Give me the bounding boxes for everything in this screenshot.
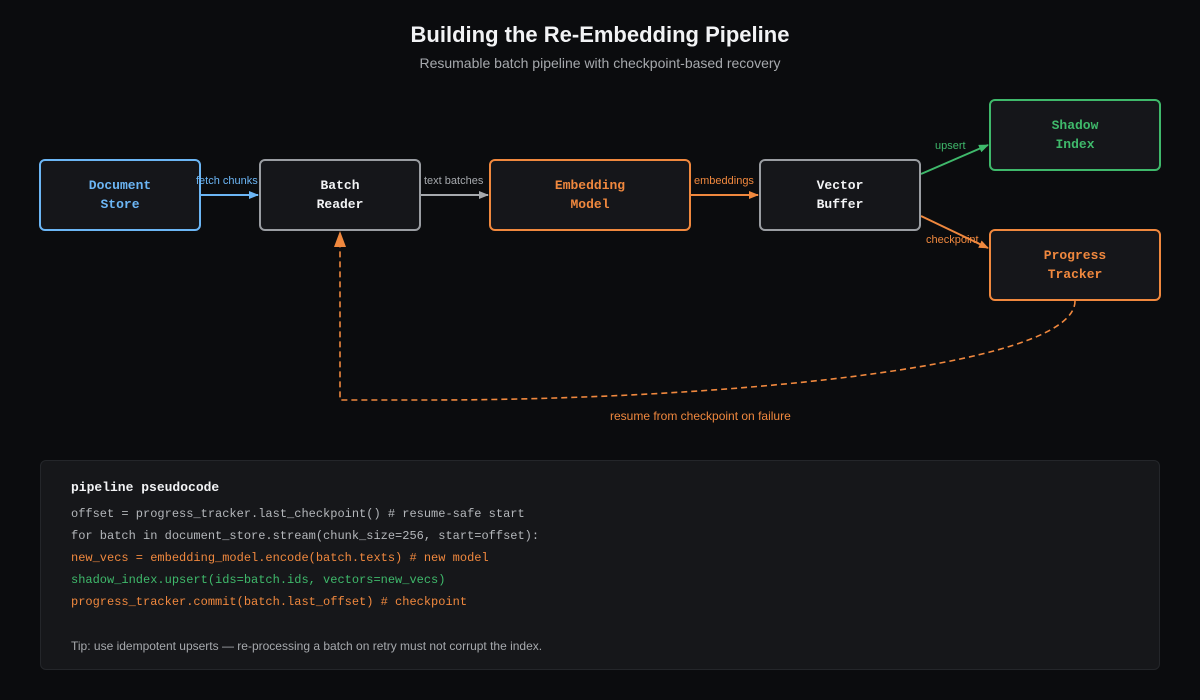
edge-label-resume: resume from checkpoint on failure bbox=[610, 409, 791, 423]
edge-resume bbox=[339, 234, 1076, 401]
node-vector-buffer: Vector Buffer bbox=[759, 159, 921, 231]
resume-arrowhead bbox=[334, 231, 346, 247]
edge-label-embeddings: embeddings bbox=[694, 175, 754, 187]
node-document-store: Document Store bbox=[39, 159, 201, 231]
node-embedding-model: Embedding Model bbox=[489, 159, 691, 231]
node-shadow-index-label: Shadow Index bbox=[1051, 118, 1099, 152]
tip-text: Tip: use idempotent upserts — re-process… bbox=[71, 639, 543, 653]
node-document-store-label: Document Store bbox=[88, 178, 152, 212]
node-shadow-index: Shadow Index bbox=[989, 99, 1161, 171]
node-embedding-model-label: Embedding Model bbox=[554, 178, 626, 212]
node-batch-reader-label: Batch Reader bbox=[316, 178, 364, 212]
pseudocode-title: pipeline pseudocode bbox=[71, 480, 220, 495]
edge-label-fetch-chunks: fetch chunks bbox=[196, 175, 258, 187]
edge-label-upsert: upsert bbox=[935, 140, 966, 152]
code-line: new_vecs = embedding_model.encode(batch.… bbox=[71, 551, 489, 565]
node-vector-buffer-label: Vector Buffer bbox=[816, 178, 864, 212]
code-line: shadow_index.upsert(ids=batch.ids, vecto… bbox=[71, 573, 446, 587]
code-line: offset = progress_tracker.last_checkpoin… bbox=[71, 507, 525, 521]
node-progress-tracker: Progress Tracker bbox=[989, 229, 1161, 301]
node-progress-tracker-label: Progress Tracker bbox=[1043, 248, 1107, 282]
code-line: for batch in document_store.stream(chunk… bbox=[71, 529, 540, 543]
code-line: progress_tracker.commit(batch.last_offse… bbox=[71, 595, 468, 609]
edge-label-checkpoint: checkpoint bbox=[926, 234, 979, 246]
node-batch-reader: Batch Reader bbox=[259, 159, 421, 231]
edge-label-text-batches: text batches bbox=[424, 175, 484, 187]
pseudocode-panel: pipeline pseudocode offset = progress_tr… bbox=[40, 460, 1160, 670]
